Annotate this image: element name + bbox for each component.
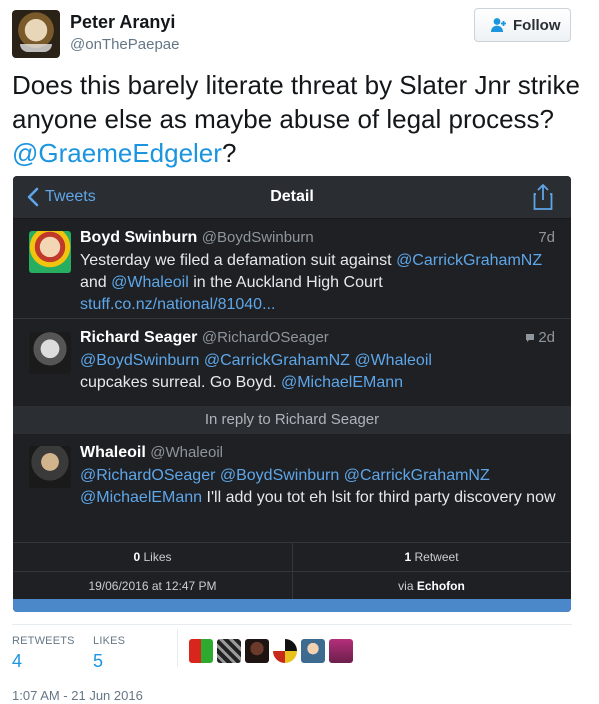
tweet-author: Whaleoil @Whaleoil bbox=[80, 444, 223, 461]
via-app: via Echofon bbox=[398, 579, 465, 593]
tweet-timestamp[interactable]: 1:07 AM - 21 Jun 2016 bbox=[12, 688, 143, 703]
embedded-screenshot[interactable]: Tweets Detail Boyd Swinburn @BoydSwinbur… bbox=[13, 176, 571, 612]
embedded-tweet-richard: Richard Seager @RichardOSeager 2d @BoydS… bbox=[13, 319, 571, 406]
retweets-count[interactable]: RETWEETS 4 bbox=[12, 635, 75, 672]
share-icon bbox=[533, 184, 553, 210]
divider bbox=[177, 629, 178, 667]
add-user-icon bbox=[491, 18, 506, 32]
user-handle[interactable]: @onThePaepae bbox=[70, 36, 179, 53]
tweet-date: 19/06/2016 at 12:47 PM bbox=[88, 579, 217, 593]
tweet-stats: RETWEETS 4 LIKES 5 bbox=[12, 624, 572, 674]
tweet-text: Does this barely literate threat by Slat… bbox=[12, 68, 587, 170]
tweet-author: Richard Seager @RichardOSeager bbox=[80, 329, 329, 346]
likes-value: 5 bbox=[93, 651, 104, 671]
avatar bbox=[29, 446, 71, 488]
in-reply-to-bar: In reply to Richard Seager bbox=[13, 406, 571, 434]
likes-stat: 0 Likes bbox=[133, 550, 172, 564]
tweet-header: Peter Aranyi @onThePaepae Follow bbox=[0, 0, 599, 64]
liker-avatar[interactable] bbox=[301, 639, 325, 663]
liker-avatar[interactable] bbox=[189, 639, 213, 663]
tweet-author: Boyd Swinburn @BoydSwinburn bbox=[80, 229, 314, 246]
embedded-toolbar bbox=[13, 599, 571, 612]
speech-bubble-icon bbox=[526, 334, 535, 343]
retweets-label: RETWEETS bbox=[12, 635, 75, 647]
embedded-tweet-boyd: Boyd Swinburn @BoydSwinburn 7d Yesterday… bbox=[13, 219, 571, 319]
liker-avatar[interactable] bbox=[217, 639, 241, 663]
likes-label: LIKES bbox=[93, 635, 126, 647]
follow-label: Follow bbox=[513, 17, 561, 34]
nav-title: Detail bbox=[270, 188, 314, 205]
display-name[interactable]: Peter Aranyi bbox=[70, 12, 175, 33]
retweets-stat: 1 Retweet bbox=[404, 550, 459, 564]
tweet-trailing: ? bbox=[221, 138, 237, 168]
avatar bbox=[29, 231, 71, 273]
liker-avatar[interactable] bbox=[329, 639, 353, 663]
embedded-stats-row: 0 Likes 1 Retweet bbox=[13, 542, 571, 572]
embedded-nav-bar: Tweets Detail bbox=[13, 176, 571, 219]
liker-avatar[interactable] bbox=[245, 639, 269, 663]
embedded-tweet-whaleoil: Whaleoil @Whaleoil @RichardOSeager @Boyd… bbox=[13, 434, 571, 542]
tweet-body: Yesterday we filed a defamation suit aga… bbox=[80, 252, 543, 313]
mention-link[interactable]: @GraemeEdgeler bbox=[12, 138, 222, 168]
tweet-body: @BoydSwinburn @CarrickGrahamNZ @Whaleoil… bbox=[80, 352, 432, 391]
likes-count[interactable]: LIKES 5 bbox=[93, 635, 125, 672]
tweet-time: 2d bbox=[525, 329, 555, 346]
tweet-body: @RichardOSeager @BoydSwinburn @CarrickGr… bbox=[80, 467, 556, 506]
retweets-value: 4 bbox=[12, 651, 23, 671]
avatar[interactable] bbox=[12, 10, 60, 58]
liker-avatar[interactable] bbox=[273, 639, 297, 663]
avatar bbox=[29, 332, 71, 374]
embedded-meta-row: 19/06/2016 at 12:47 PM via Echofon bbox=[13, 571, 571, 601]
tweet-body: Does this barely literate threat by Slat… bbox=[12, 70, 580, 134]
tweet-time: 7d bbox=[538, 229, 555, 246]
follow-button[interactable]: Follow bbox=[474, 8, 571, 42]
